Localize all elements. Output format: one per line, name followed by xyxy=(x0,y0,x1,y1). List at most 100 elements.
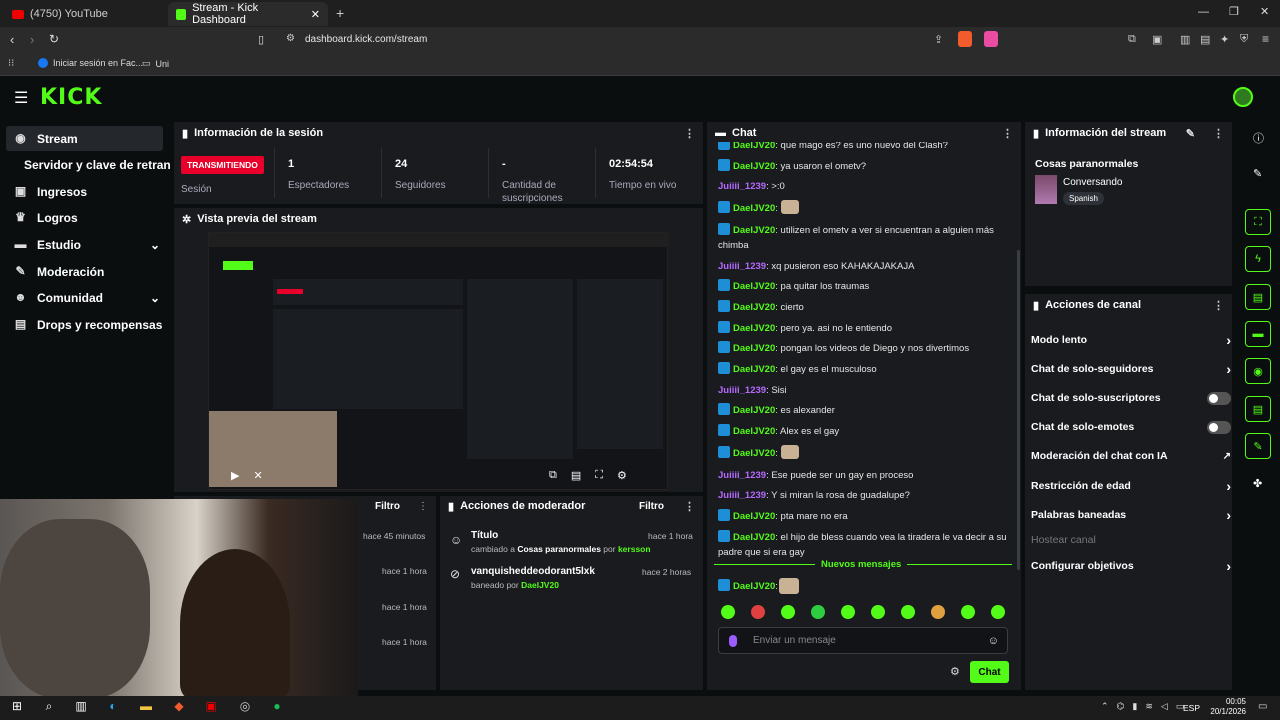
sidebar-item-comunidad[interactable]: ☻ Comunidad ⌄ xyxy=(0,285,170,310)
quick-emote-icon[interactable] xyxy=(931,605,945,619)
kick-app-icon[interactable]: ▣ xyxy=(202,699,220,715)
quick-emote-icon[interactable] xyxy=(781,605,795,619)
url-field[interactable]: dashboard.kick.com/stream xyxy=(305,34,427,45)
emoji-icon[interactable]: ☺ xyxy=(988,635,999,647)
more-options-icon[interactable]: ⋮ xyxy=(418,501,428,512)
search-icon[interactable]: ⌕ xyxy=(40,699,58,715)
microphone-icon[interactable] xyxy=(729,634,737,647)
bookmark-icon[interactable]: ▯ xyxy=(258,33,264,46)
send-chat-button[interactable]: Chat xyxy=(970,661,1009,683)
chat-username[interactable]: Juiiii_1239 xyxy=(718,490,766,501)
tray-arrow-icon[interactable]: ⌃ xyxy=(1101,701,1109,712)
apps-icon[interactable]: ⁝⁝ xyxy=(8,58,14,69)
chat-username[interactable]: DaelJV20 xyxy=(733,142,775,151)
chat-username[interactable]: Juiiii_1239 xyxy=(718,470,766,481)
bookmark-facebook[interactable]: Iniciar sesión en Fac... xyxy=(38,58,143,68)
bookmark-folder-uni[interactable]: ▭ Uni xyxy=(142,58,169,69)
obs-icon[interactable]: ◎ xyxy=(236,699,254,715)
quick-emote-icon[interactable] xyxy=(811,605,825,619)
forward-icon[interactable]: › xyxy=(30,32,34,47)
chat-username[interactable]: Juiiii_1239 xyxy=(718,181,766,192)
brave-icon[interactable]: ◆ xyxy=(170,699,188,715)
rail-button-notes[interactable]: ▤ xyxy=(1245,284,1271,310)
more-options-icon[interactable]: ⋮ xyxy=(684,500,695,513)
edit-icon[interactable]: ✎ xyxy=(1253,167,1262,180)
maximize-icon[interactable]: ❐ xyxy=(1229,5,1239,18)
channel-action-chat-de-solo-emotes[interactable]: Chat de solo-emotes xyxy=(1031,413,1231,441)
fullscreen-icon[interactable]: ⛶ xyxy=(595,469,603,482)
back-icon[interactable]: ‹ xyxy=(10,32,14,47)
quick-emote-icon[interactable] xyxy=(961,605,975,619)
chat-username[interactable]: DaelJV20 xyxy=(733,203,775,214)
wallet-icon[interactable]: ▤ xyxy=(1200,33,1210,46)
file-explorer-icon[interactable]: ▬ xyxy=(137,699,155,715)
chat-username[interactable]: DaelJV20 xyxy=(733,426,775,437)
rail-button-capture[interactable]: ⛶ xyxy=(1245,209,1271,235)
reload-icon[interactable]: ↻ xyxy=(49,32,59,46)
chat-username[interactable]: DaelJV20 xyxy=(733,225,775,236)
more-options-icon[interactable]: ⋮ xyxy=(1213,127,1224,140)
tab-youtube[interactable]: (4750) YouTube xyxy=(4,2,164,26)
quick-emote-icon[interactable] xyxy=(871,605,885,619)
sidebar-item-ingresos[interactable]: ▣ Ingresos xyxy=(0,179,170,204)
more-options-icon[interactable]: ⋮ xyxy=(684,127,695,140)
tray-network-icon[interactable]: ⌬ xyxy=(1117,701,1125,712)
ai-icon[interactable]: ✦ xyxy=(1220,33,1229,46)
windows-start-icon[interactable]: ⊞ xyxy=(8,699,26,715)
site-info-icon[interactable]: ⚙ xyxy=(286,33,295,44)
close-tab-icon[interactable]: ✕ xyxy=(311,8,320,21)
chat-username[interactable]: DaelJV20 xyxy=(733,511,775,522)
tray-volume-icon[interactable]: ◁ xyxy=(1161,701,1168,712)
more-options-icon[interactable]: ⋮ xyxy=(1002,127,1013,140)
kick-logo[interactable]: KICK xyxy=(40,85,102,110)
channel-action-restricci-n-de-edad[interactable]: Restricción de edad › xyxy=(1031,472,1231,500)
channel-action-modo-lento[interactable]: Modo lento › xyxy=(1031,326,1231,354)
chat-settings-icon[interactable]: ⚙ xyxy=(950,665,960,678)
rail-button-broadcast[interactable]: ◉ xyxy=(1245,358,1271,384)
sidebar-toggle-icon[interactable]: ▥ xyxy=(1180,33,1190,46)
rail-button-raid[interactable]: ϟ xyxy=(1245,246,1271,272)
notifications-icon[interactable]: ▭ xyxy=(1258,701,1267,712)
info-icon[interactable]: ⓘ xyxy=(1253,130,1264,146)
channel-action-configurar-objetivos[interactable]: Configurar objetivos › xyxy=(1031,552,1231,580)
mod-filter-button[interactable]: Filtro xyxy=(639,501,664,512)
chat-username[interactable]: DaelJV20 xyxy=(733,364,775,375)
quick-emote-icon[interactable] xyxy=(721,605,735,619)
channel-action-hostear-canal[interactable]: Hostear canal xyxy=(1031,526,1231,554)
quick-emote-icon[interactable] xyxy=(901,605,915,619)
sidebar-item-stream[interactable]: ◉ Stream xyxy=(0,126,170,151)
activity-filter-button[interactable]: Filtro xyxy=(375,501,400,512)
chat-username[interactable]: Juiiii_1239 xyxy=(718,385,766,396)
vpn-icon[interactable]: ⛨ xyxy=(1240,33,1248,46)
keyboard-language[interactable]: ESP xyxy=(1183,703,1200,713)
clock[interactable]: 00:05 20/1/2026 xyxy=(1206,697,1246,717)
close-window-icon[interactable]: ✕ xyxy=(1260,5,1269,18)
settings-icon[interactable]: ⚙ xyxy=(617,469,627,482)
popout-icon[interactable]: ▤ xyxy=(571,469,581,482)
quick-emote-icon[interactable] xyxy=(991,605,1005,619)
edge-icon[interactable]: ◐ xyxy=(104,699,122,715)
screenshot-icon[interactable]: ▣ xyxy=(1152,33,1162,46)
channel-action-palabras-baneadas[interactable]: Palabras baneadas › xyxy=(1031,501,1231,529)
spotify-icon[interactable]: ● xyxy=(268,699,286,715)
toggle-switch[interactable] xyxy=(1207,420,1231,434)
channel-action-chat-de-solo-suscriptores[interactable]: Chat de solo-suscriptores xyxy=(1031,384,1231,412)
menu-icon[interactable]: ≡ xyxy=(1262,32,1269,46)
chat-input[interactable]: Enviar un mensaje ☺ xyxy=(718,627,1008,654)
hamburger-menu-icon[interactable]: ☰ xyxy=(14,88,28,108)
quick-emote-icon[interactable] xyxy=(751,605,765,619)
toggle-switch[interactable] xyxy=(1207,391,1231,405)
chat-username[interactable]: DaelJV20 xyxy=(733,281,775,292)
tab-kick-dashboard[interactable]: Stream - Kick Dashboard ✕ xyxy=(168,2,328,26)
sidebar-item-server-key[interactable]: Servidor y clave de retransmisión xyxy=(0,152,170,177)
quick-emote-icon[interactable] xyxy=(841,605,855,619)
chat-username[interactable]: DaelJV20 xyxy=(733,302,775,313)
chat-username[interactable]: DaelJV20 xyxy=(733,532,775,543)
rail-button-layout[interactable]: ▤ xyxy=(1245,396,1271,422)
brave-shield-icon[interactable] xyxy=(958,31,972,47)
chat-username[interactable]: DaelJV20 xyxy=(733,323,775,334)
task-view-icon[interactable]: ▥ xyxy=(72,699,90,715)
rail-button-chat[interactable]: ▬ xyxy=(1245,321,1271,347)
rail-button-tools[interactable]: ✎ xyxy=(1245,433,1271,459)
brave-rewards-icon[interactable] xyxy=(984,31,998,47)
